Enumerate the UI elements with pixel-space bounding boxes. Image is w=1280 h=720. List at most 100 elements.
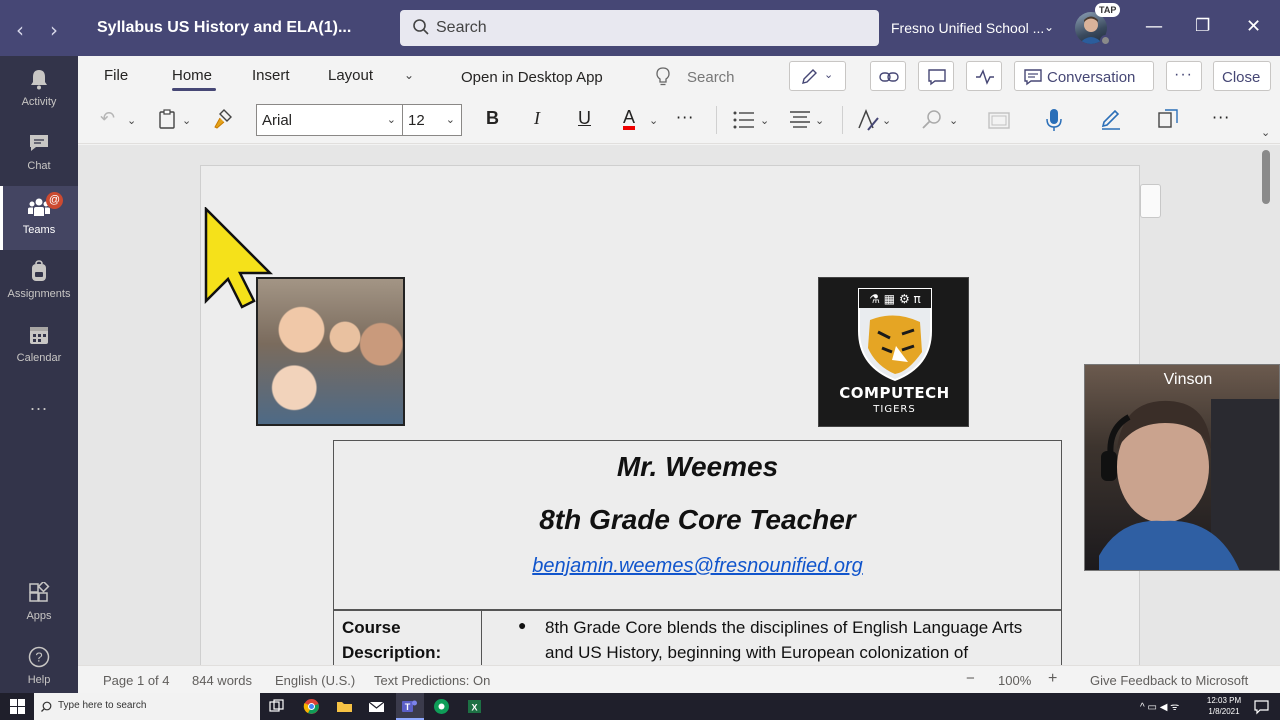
- chevron-down-icon[interactable]: ⌄: [127, 114, 136, 127]
- rail-item-more[interactable]: ...: [0, 386, 78, 426]
- chevron-down-icon[interactable]: ⌄: [882, 114, 891, 127]
- logo-title: COMPUTECH: [839, 384, 950, 402]
- chevron-down-icon[interactable]: ⌄: [815, 114, 824, 127]
- clipboard-icon[interactable]: [158, 109, 176, 129]
- rail-item-chat[interactable]: Chat: [0, 122, 78, 186]
- chevron-down-icon[interactable]: ⌄: [760, 114, 769, 127]
- bullet-list-icon[interactable]: [733, 110, 755, 130]
- participant-name: Vinson: [1163, 371, 1213, 388]
- teacher-role[interactable]: 8th Grade Core Teacher: [334, 504, 1061, 536]
- chevron-down-icon[interactable]: ⌄: [404, 68, 414, 82]
- rail-item-apps[interactable]: Apps: [0, 572, 78, 636]
- course-description-label[interactable]: Course Description:: [342, 615, 472, 665]
- close-label: Close: [1222, 69, 1261, 86]
- page-count[interactable]: Page 1 of 4: [103, 673, 170, 688]
- comments-button[interactable]: [918, 61, 954, 91]
- chevron-down-icon[interactable]: ⌄: [1044, 20, 1054, 34]
- chevron-down-icon[interactable]: ⌄: [182, 114, 191, 127]
- tab-layout[interactable]: Layout: [328, 67, 373, 84]
- dictate-microphone-icon[interactable]: [1045, 108, 1063, 132]
- font-color-button[interactable]: A: [623, 108, 636, 130]
- taskbar-search[interactable]: Type here to search: [34, 693, 260, 720]
- text-predictions-status[interactable]: Text Predictions: On: [374, 673, 490, 688]
- bold-button[interactable]: B: [486, 108, 499, 129]
- more-options-button[interactable]: ···: [1166, 61, 1202, 91]
- excel-icon[interactable]: X: [466, 698, 483, 715]
- course-description-text[interactable]: 8th Grade Core blends the disciplines of…: [545, 615, 1050, 665]
- course-description-row[interactable]: Course Description: ● 8th Grade Core ble…: [333, 610, 1062, 665]
- forward-button[interactable]: ›: [50, 18, 58, 42]
- open-desktop-app-button[interactable]: Open in Desktop App: [461, 69, 603, 86]
- taskbar-teams-active[interactable]: T: [396, 693, 424, 720]
- more-tools-icon[interactable]: ···: [1212, 108, 1230, 127]
- tab-home[interactable]: Home: [172, 67, 212, 84]
- teams-app-icon: T: [402, 700, 417, 712]
- zoom-in-button[interactable]: +: [1048, 670, 1057, 688]
- restore-icon[interactable]: ❐: [1195, 16, 1210, 36]
- font-name-select[interactable]: Arial ⌄: [256, 104, 403, 136]
- chevron-down-icon[interactable]: ⌄: [949, 114, 958, 127]
- global-search-box[interactable]: Search: [400, 10, 879, 46]
- chrome-icon[interactable]: [303, 698, 320, 715]
- svg-text:T: T: [405, 702, 411, 712]
- close-window-icon[interactable]: ✕: [1246, 16, 1261, 37]
- share-link-button[interactable]: [870, 61, 906, 91]
- teacher-header-table[interactable]: Mr. Weemes 8th Grade Core Teacher benjam…: [333, 440, 1062, 610]
- immersive-reader-icon[interactable]: [1157, 108, 1179, 130]
- find-icon[interactable]: [921, 109, 943, 131]
- search-icon: [41, 701, 52, 712]
- minimize-icon[interactable]: —: [1145, 16, 1163, 37]
- undo-icon[interactable]: ↶: [100, 108, 115, 129]
- tab-insert[interactable]: Insert: [252, 67, 290, 84]
- search-icon: [413, 19, 429, 35]
- chevron-down-icon[interactable]: ⌄: [649, 114, 658, 127]
- zoom-level[interactable]: 100%: [998, 673, 1031, 688]
- rail-item-help[interactable]: ? Help: [0, 636, 78, 700]
- chrome-icon[interactable]: [433, 698, 450, 715]
- table-cell-divider: [481, 611, 482, 665]
- mouse-cursor-icon: [204, 207, 274, 309]
- word-count[interactable]: 844 words: [192, 673, 252, 688]
- system-tray-icons[interactable]: ^ ▭ ◀ ᯤ: [1140, 699, 1179, 713]
- teacher-name[interactable]: Mr. Weemes: [334, 451, 1061, 483]
- language-indicator[interactable]: English (U.S.): [275, 673, 355, 688]
- rail-item-calendar[interactable]: Calendar: [0, 314, 78, 378]
- logo-subtitle: TIGERS: [873, 404, 916, 415]
- avatar-initials-badge: TAP: [1095, 3, 1121, 17]
- zoom-out-button[interactable]: −: [966, 670, 975, 687]
- styles-icon[interactable]: [856, 108, 880, 132]
- family-photo: [256, 277, 405, 426]
- underline-button[interactable]: U: [578, 108, 591, 129]
- activity-button[interactable]: [966, 61, 1002, 91]
- rail-item-activity[interactable]: Activity: [0, 58, 78, 122]
- editor-pen-icon[interactable]: [1100, 108, 1122, 130]
- org-switcher[interactable]: Fresno Unified School ...: [891, 20, 1044, 36]
- lightbulb-icon: [656, 67, 670, 86]
- file-explorer-icon[interactable]: [336, 698, 353, 715]
- vertical-scrollbar[interactable]: [1262, 150, 1270, 204]
- ribbon-collapse-icon[interactable]: ⌄: [1261, 126, 1270, 139]
- picture-icon[interactable]: [988, 110, 1010, 130]
- align-center-icon[interactable]: [789, 110, 811, 130]
- taskbar-clock[interactable]: 12:03 PM 1/8/2021: [1201, 695, 1247, 717]
- tab-file[interactable]: File: [104, 67, 128, 84]
- tell-me-search[interactable]: Search: [687, 69, 735, 86]
- rail-item-assignments[interactable]: Assignments: [0, 250, 78, 314]
- format-painter-icon[interactable]: [212, 108, 234, 130]
- conversation-label: Conversation: [1047, 69, 1136, 86]
- back-button[interactable]: ‹: [16, 18, 24, 42]
- feedback-link[interactable]: Give Feedback to Microsoft: [1090, 673, 1248, 688]
- more-font-options-icon[interactable]: ···: [676, 108, 694, 127]
- task-view-icon[interactable]: [268, 698, 285, 715]
- notifications-icon[interactable]: [1253, 698, 1270, 715]
- mail-icon[interactable]: [368, 698, 385, 715]
- editing-mode-button[interactable]: ⌄: [789, 61, 846, 91]
- participant-video[interactable]: Vinson: [1084, 364, 1280, 571]
- windows-start-icon[interactable]: [9, 698, 26, 715]
- italic-button[interactable]: I: [534, 108, 540, 129]
- comment-margin-marker[interactable]: [1140, 184, 1161, 218]
- rail-label-assignments: Assignments: [7, 288, 71, 300]
- rail-item-teams[interactable]: @ Teams: [0, 186, 78, 250]
- teacher-email-link[interactable]: benjamin.weemes@fresnounified.org: [334, 555, 1061, 578]
- font-size-select[interactable]: 12 ⌄: [402, 104, 462, 136]
